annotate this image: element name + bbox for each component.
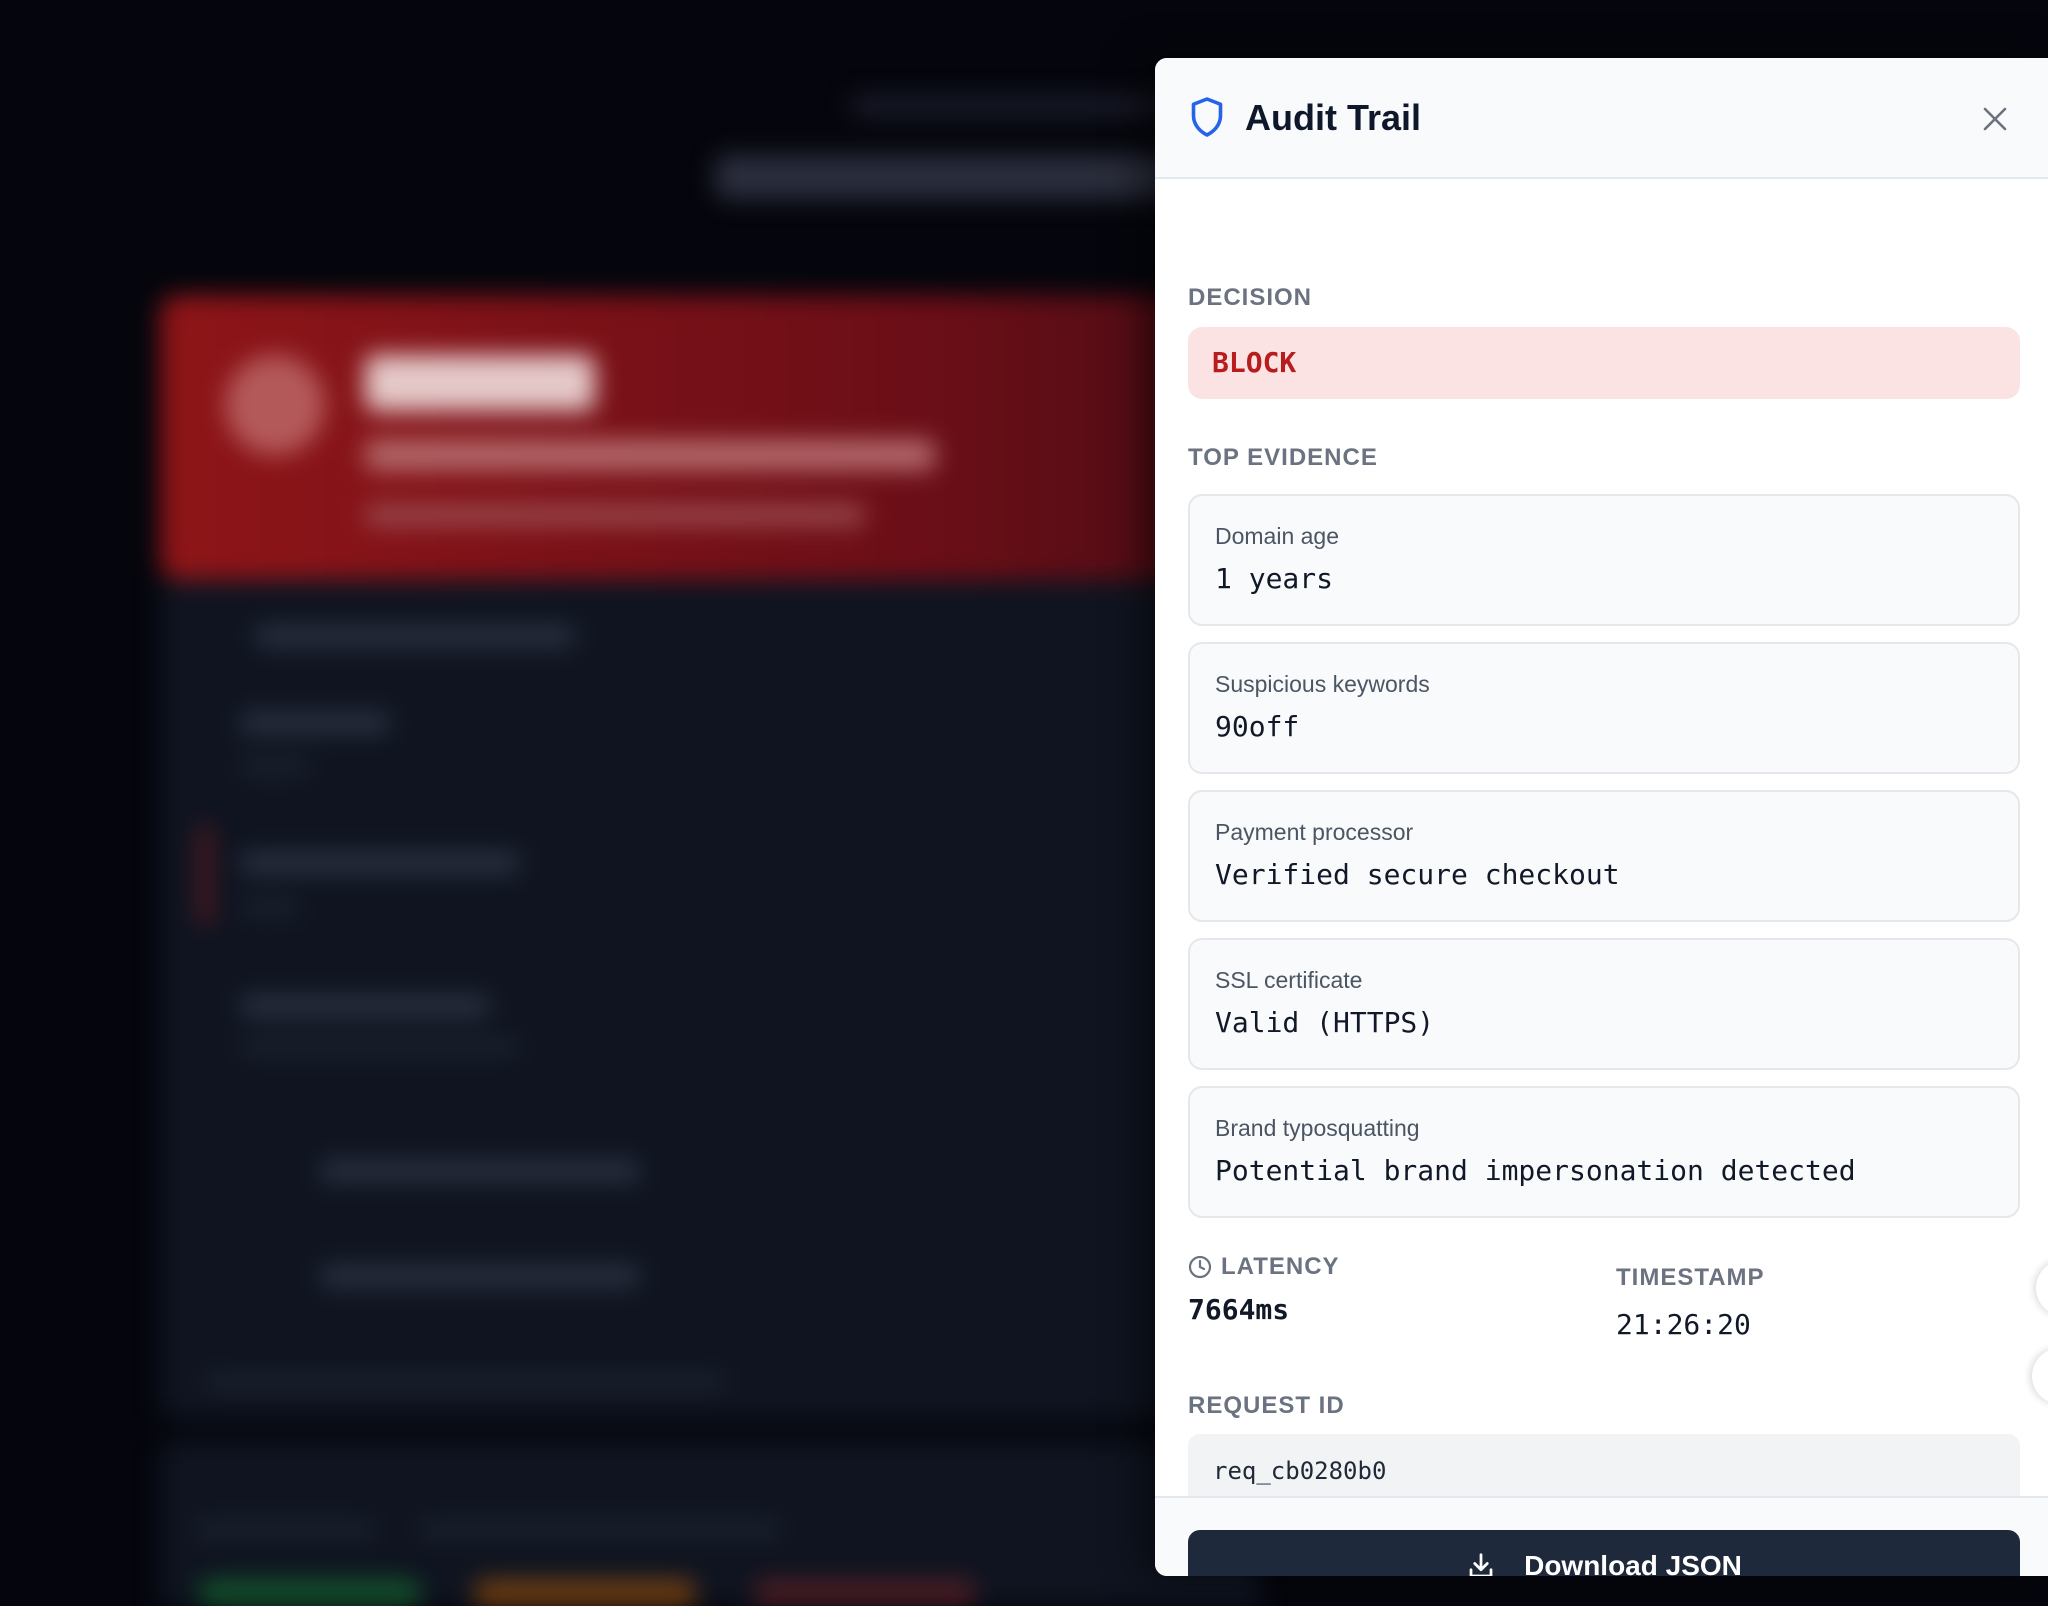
bg-row bbox=[420, 1522, 780, 1536]
latency-value: 7664ms bbox=[1188, 1293, 1290, 1326]
bg-row bbox=[240, 995, 490, 1017]
drawer-footer: Download JSON bbox=[1155, 1496, 2048, 1576]
bg-banner-icon bbox=[225, 355, 325, 455]
evidence-label: Brand typosquatting bbox=[1215, 1115, 1420, 1141]
bg-banner-subtitle bbox=[365, 440, 935, 470]
decision-badge: BLOCK bbox=[1188, 327, 2020, 399]
drawer-title: Audit Trail bbox=[1245, 97, 1422, 138]
evidence-card: Payment processor Verified secure checko… bbox=[1188, 790, 2020, 922]
bg-row bbox=[195, 1522, 375, 1536]
evidence-card: Brand typosquatting Potential brand impe… bbox=[1188, 1086, 2020, 1218]
bg-row bbox=[205, 1375, 725, 1389]
bg-decision-banner bbox=[160, 295, 1260, 580]
evidence-card: Domain age 1 years bbox=[1188, 494, 2020, 626]
top-evidence-label: TOP EVIDENCE bbox=[1188, 444, 1378, 471]
drawer-body: DECISION BLOCK TOP EVIDENCE Domain age 1… bbox=[1155, 179, 2048, 1496]
timestamp-label: TIMESTAMP bbox=[1616, 1264, 1765, 1291]
timestamp-value: 21:26:20 bbox=[1616, 1308, 1751, 1341]
evidence-value: 1 years bbox=[1215, 562, 1334, 595]
evidence-label: Payment processor bbox=[1215, 819, 1414, 845]
bg-row bbox=[240, 760, 310, 774]
request-id-box: req_cb0280b0 bbox=[1188, 1434, 2020, 1496]
latency-label: LATENCY bbox=[1221, 1253, 1340, 1280]
download-json-label: Download JSON bbox=[1524, 1550, 1742, 1576]
evidence-value: Potential brand impersonation detected bbox=[1215, 1154, 1856, 1187]
evidence-card: SSL certificate Valid (HTTPS) bbox=[1188, 938, 2020, 1070]
bg-row bbox=[240, 900, 300, 914]
evidence-value: 90off bbox=[1215, 710, 1300, 743]
bg-row bbox=[320, 1265, 640, 1287]
request-id-value: req_cb0280b0 bbox=[1213, 1457, 1387, 1485]
audit-trail-drawer: Audit Trail DECISION BLOCK TOP EVIDENCE … bbox=[1155, 58, 2048, 1576]
evidence-label: SSL certificate bbox=[1215, 967, 1363, 993]
clock-icon bbox=[1188, 1255, 1212, 1279]
evidence-label: Suspicious keywords bbox=[1215, 671, 1430, 697]
bg-chip bbox=[200, 1580, 420, 1606]
evidence-card: Suspicious keywords 90off bbox=[1188, 642, 2020, 774]
bg-row bbox=[240, 712, 390, 734]
bg-banner-title bbox=[365, 355, 595, 411]
request-id-label: REQUEST ID bbox=[1188, 1392, 1345, 1419]
bg-row bbox=[240, 852, 520, 874]
drawer-header: Audit Trail bbox=[1155, 58, 2048, 179]
bg-row bbox=[255, 625, 575, 647]
bg-banner-caption bbox=[365, 505, 865, 525]
decision-label: DECISION bbox=[1188, 284, 1313, 311]
close-icon[interactable] bbox=[1979, 103, 2011, 135]
bg-row bbox=[240, 1040, 520, 1054]
bg-row bbox=[320, 1160, 640, 1182]
evidence-value: Valid (HTTPS) bbox=[1215, 1006, 1435, 1039]
shield-icon bbox=[1191, 97, 1223, 137]
evidence-label: Domain age bbox=[1215, 523, 1340, 549]
download-icon bbox=[1469, 1553, 1493, 1576]
bg-row-accent bbox=[200, 825, 210, 925]
bg-chip bbox=[755, 1580, 975, 1606]
download-json-button[interactable]: Download JSON bbox=[1188, 1530, 2020, 1576]
bg-chip bbox=[475, 1580, 695, 1606]
evidence-value: Verified secure checkout bbox=[1215, 858, 1620, 891]
decision-value: BLOCK bbox=[1212, 346, 1297, 379]
